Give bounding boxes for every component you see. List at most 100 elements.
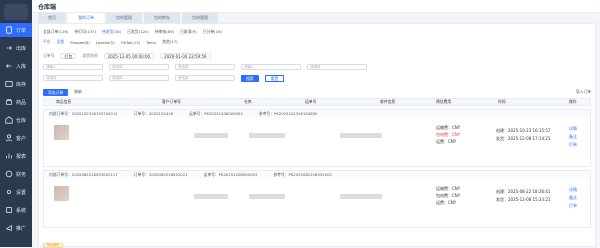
filter-area: 订单号 打包 发货时间 2025-12-05 00:00:00 2026-01-… <box>43 52 591 86</box>
status-cancelled[interactable]: 已取消(9) <box>180 29 197 35</box>
internal-order-no: 内部订单号：2025102316155700011 <box>49 111 118 116</box>
platform-lazada[interactable]: Lazada(5) <box>96 40 115 45</box>
col-tracking: 运单号 <box>305 99 317 104</box>
sidebar-item-reports[interactable]: 报表 <box>0 149 32 163</box>
page-tabs: 首页 我的订单 包材管理 包材库存 包材管理 <box>38 13 596 23</box>
date-start-input[interactable]: 2025-12-05 00:00:00 <box>103 53 155 59</box>
packaging-fee: 包材费：CNY <box>436 193 461 198</box>
sidebar-item-inbound[interactable]: 入库 <box>0 59 32 73</box>
sidebar-item-promotion[interactable]: 推广 <box>0 221 32 235</box>
status-tabs: 全部订单(116) 待打印(137) 待发货(58) 已发货(120) 待审核(… <box>43 28 591 36</box>
total-fee: 运费：CNY <box>436 200 457 205</box>
sidebar-item-label: 出库 <box>16 45 27 52</box>
sidebar-item-label: 商品 <box>16 99 27 106</box>
order-row-header: 内部订单号：2025082218553002117 订单号：2025082218… <box>44 171 590 179</box>
created-time: 创建：2025-08-22 18:26:41 <box>496 189 551 194</box>
sidebar-item-warehouse[interactable]: 仓库 <box>0 113 32 127</box>
platform-other[interactable]: 其他(17) <box>162 39 177 45</box>
platform-temu[interactable]: Temu <box>146 40 156 45</box>
order-row-1[interactable]: 内部订单号：2025102316155700011 订单号：2025102416… <box>43 109 591 167</box>
sidebar-item-label: 财务 <box>16 171 27 178</box>
tab-packaging-stock[interactable]: 包材库存 <box>144 13 180 23</box>
date-end-input[interactable]: 2026-01-04 23:59:59 <box>160 53 211 59</box>
customer-order-no: 订单号：2025082218552021 <box>133 172 188 177</box>
tab-packaging-management[interactable]: 包材管理 <box>106 13 142 23</box>
tab-packaging-management-2[interactable]: 包材管理 <box>182 13 218 23</box>
sidebar-item-label: 入库 <box>16 63 27 70</box>
blurred-customer <box>194 194 228 199</box>
col-time: 时间 <box>498 99 506 104</box>
sidebar-item-outbound[interactable]: 出库 <box>0 41 32 55</box>
print-link[interactable]: 打单 <box>569 203 577 209</box>
status-all-orders[interactable]: 全部订单(116) <box>43 29 68 35</box>
remark-link[interactable]: 备注 <box>569 134 577 140</box>
logistics-select[interactable]: 请选择 <box>175 64 235 70</box>
import-orders-button[interactable]: 导入订单 <box>576 89 591 95</box>
refresh-button[interactable]: 刷新 <box>74 89 82 95</box>
status-shipped[interactable]: 已发货(120) <box>127 29 149 35</box>
sidebar-item-stock[interactable]: 库存 <box>0 77 32 91</box>
platform-all[interactable]: 全部 <box>57 39 65 45</box>
warehouse-select[interactable]: 请选择 <box>307 64 367 70</box>
store-select[interactable]: 请选择 <box>109 64 169 70</box>
outbound-icon <box>6 46 12 50</box>
customers-icon <box>6 134 12 142</box>
status-pending-print[interactable]: 待打印(137) <box>74 29 96 35</box>
shipped-time: 发货：2025-12-08 17:14:21 <box>496 136 551 141</box>
blurred-recipient <box>340 133 382 138</box>
detail-link[interactable]: 详情 <box>569 187 577 193</box>
blurred-customer <box>194 133 228 138</box>
system-icon <box>6 207 12 213</box>
status-pending-shipping[interactable]: 待发货(58) <box>102 29 121 35</box>
reset-button[interactable]: 重置 <box>264 74 285 82</box>
tracking-no: 运单号：PK20251208000053 <box>203 172 258 177</box>
product-image <box>54 186 69 201</box>
platform-filters: 平台 全部 Shopee(8) Lazada(5) TikTok(13) Tem… <box>43 38 591 46</box>
sidebar-item-orders[interactable]: 订单 <box>0 23 32 37</box>
platform-label: 平台 <box>43 39 51 44</box>
customer-select[interactable]: 请选择 <box>43 75 103 81</box>
status-pending-review[interactable]: 待审核(89) <box>155 29 174 35</box>
platform-tiktok[interactable]: TikTok(13) <box>121 40 140 45</box>
order-search-input[interactable]: 请输入 <box>43 64 103 70</box>
type-select[interactable]: 请选择 <box>175 75 235 81</box>
sidebar-item-label: 系统 <box>16 207 27 214</box>
internal-order-no: 内部订单号：2025082218553002117 <box>49 172 118 177</box>
tab-my-orders[interactable]: 我的订单 <box>68 13 104 23</box>
remark-link[interactable]: 备注 <box>569 195 577 201</box>
platform-shopee[interactable]: Shopee(8) <box>70 40 90 45</box>
warehouse-icon <box>5 116 13 124</box>
action-bar: 导出订单 刷新 导入订单 <box>43 88 591 96</box>
status-badge: 待处理中 <box>43 243 64 248</box>
print-link[interactable]: 打单 <box>569 142 577 148</box>
detail-link[interactable]: 详情 <box>569 126 577 132</box>
sidebar-item-label: 库存 <box>16 81 27 88</box>
export-orders-button[interactable]: 导出订单 <box>43 88 69 96</box>
col-recipient: 收件信息 <box>380 99 396 104</box>
sidebar-item-label: 设置 <box>16 189 27 196</box>
tab-home[interactable]: 首页 <box>38 13 66 23</box>
blurred-warehouse <box>249 133 285 138</box>
order-type-select[interactable]: 打包 <box>60 53 77 59</box>
order-row-header: 内部订单号：2025102316155700011 订单号：2025102416… <box>44 110 590 118</box>
customer-order-no: 订单号：2025102416 <box>133 111 174 116</box>
orders-panel: 全部订单(116) 待打印(137) 待发货(58) 已发货(120) 待审核(… <box>38 23 596 248</box>
sku-input[interactable]: 请输入 <box>241 64 301 70</box>
sidebar-item-system[interactable]: 系统 <box>0 203 32 217</box>
status-split[interactable]: 已分单(16) <box>203 29 222 35</box>
sidebar-item-finance[interactable]: 财务 <box>0 167 32 181</box>
shipping-fee: 运输费：CNY <box>436 125 461 130</box>
sidebar-item-label: 报表 <box>16 153 27 160</box>
order-row-2[interactable]: 内部订单号：2025082218553002117 订单号：2025082218… <box>43 170 591 228</box>
search-button[interactable]: 搜索 <box>241 74 259 82</box>
sidebar-item-customers[interactable]: 客户 <box>0 131 32 145</box>
sidebar-item-label: 推广 <box>16 225 27 232</box>
col-actions: 操作 <box>569 99 577 104</box>
top-bar: 仓库端 <box>32 0 600 13</box>
sidebar-item-products[interactable]: 商品 <box>0 95 32 109</box>
table-header: 商品信息 客户订单号 仓库 运单号 收件信息 预估费用 时间 操作 <box>43 98 591 106</box>
order-label: 订单号 <box>43 53 55 58</box>
sidebar-item-settings[interactable]: 设置 <box>0 185 32 199</box>
status-select[interactable]: 请选择 <box>109 75 169 81</box>
settings-icon <box>7 190 11 194</box>
